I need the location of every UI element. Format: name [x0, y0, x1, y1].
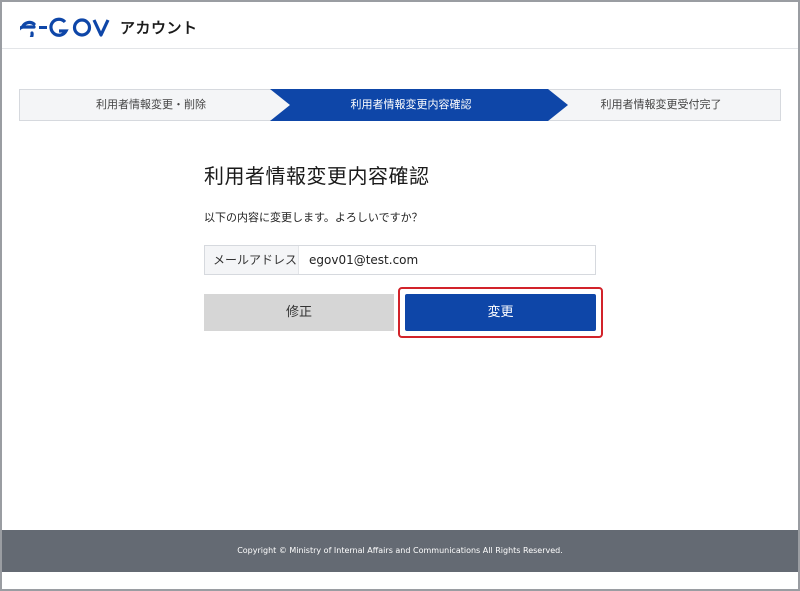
confirm-prompt: 以下の内容に変更します。よろしいですか？: [204, 211, 423, 224]
change-button[interactable]: 変更: [405, 294, 596, 331]
step-complete: 利用者情報変更受付完了: [600, 98, 722, 111]
email-label: メールアドレス: [205, 246, 299, 274]
email-row: メールアドレス egov01@test.com: [204, 245, 596, 275]
step-confirm: 利用者情報変更内容確認: [350, 98, 472, 111]
fix-button[interactable]: 修正: [204, 294, 394, 331]
site-footer: Copyright © Ministry of Internal Affairs…: [2, 530, 798, 572]
egov-logo-icon: [20, 17, 110, 37]
copyright-text: Copyright © Ministry of Internal Affairs…: [237, 546, 563, 555]
site-header: アカウント: [2, 2, 798, 49]
progress-steps: 利用者情報変更・削除 利用者情報変更内容確認 利用者情報変更受付完了: [19, 89, 781, 121]
logo-text: アカウント: [120, 18, 198, 37]
email-value: egov01@test.com: [309, 253, 419, 267]
page-title: 利用者情報変更内容確認: [204, 164, 430, 188]
step-edit-delete: 利用者情報変更・削除: [96, 98, 206, 111]
egov-logo[interactable]: アカウント: [20, 14, 198, 40]
